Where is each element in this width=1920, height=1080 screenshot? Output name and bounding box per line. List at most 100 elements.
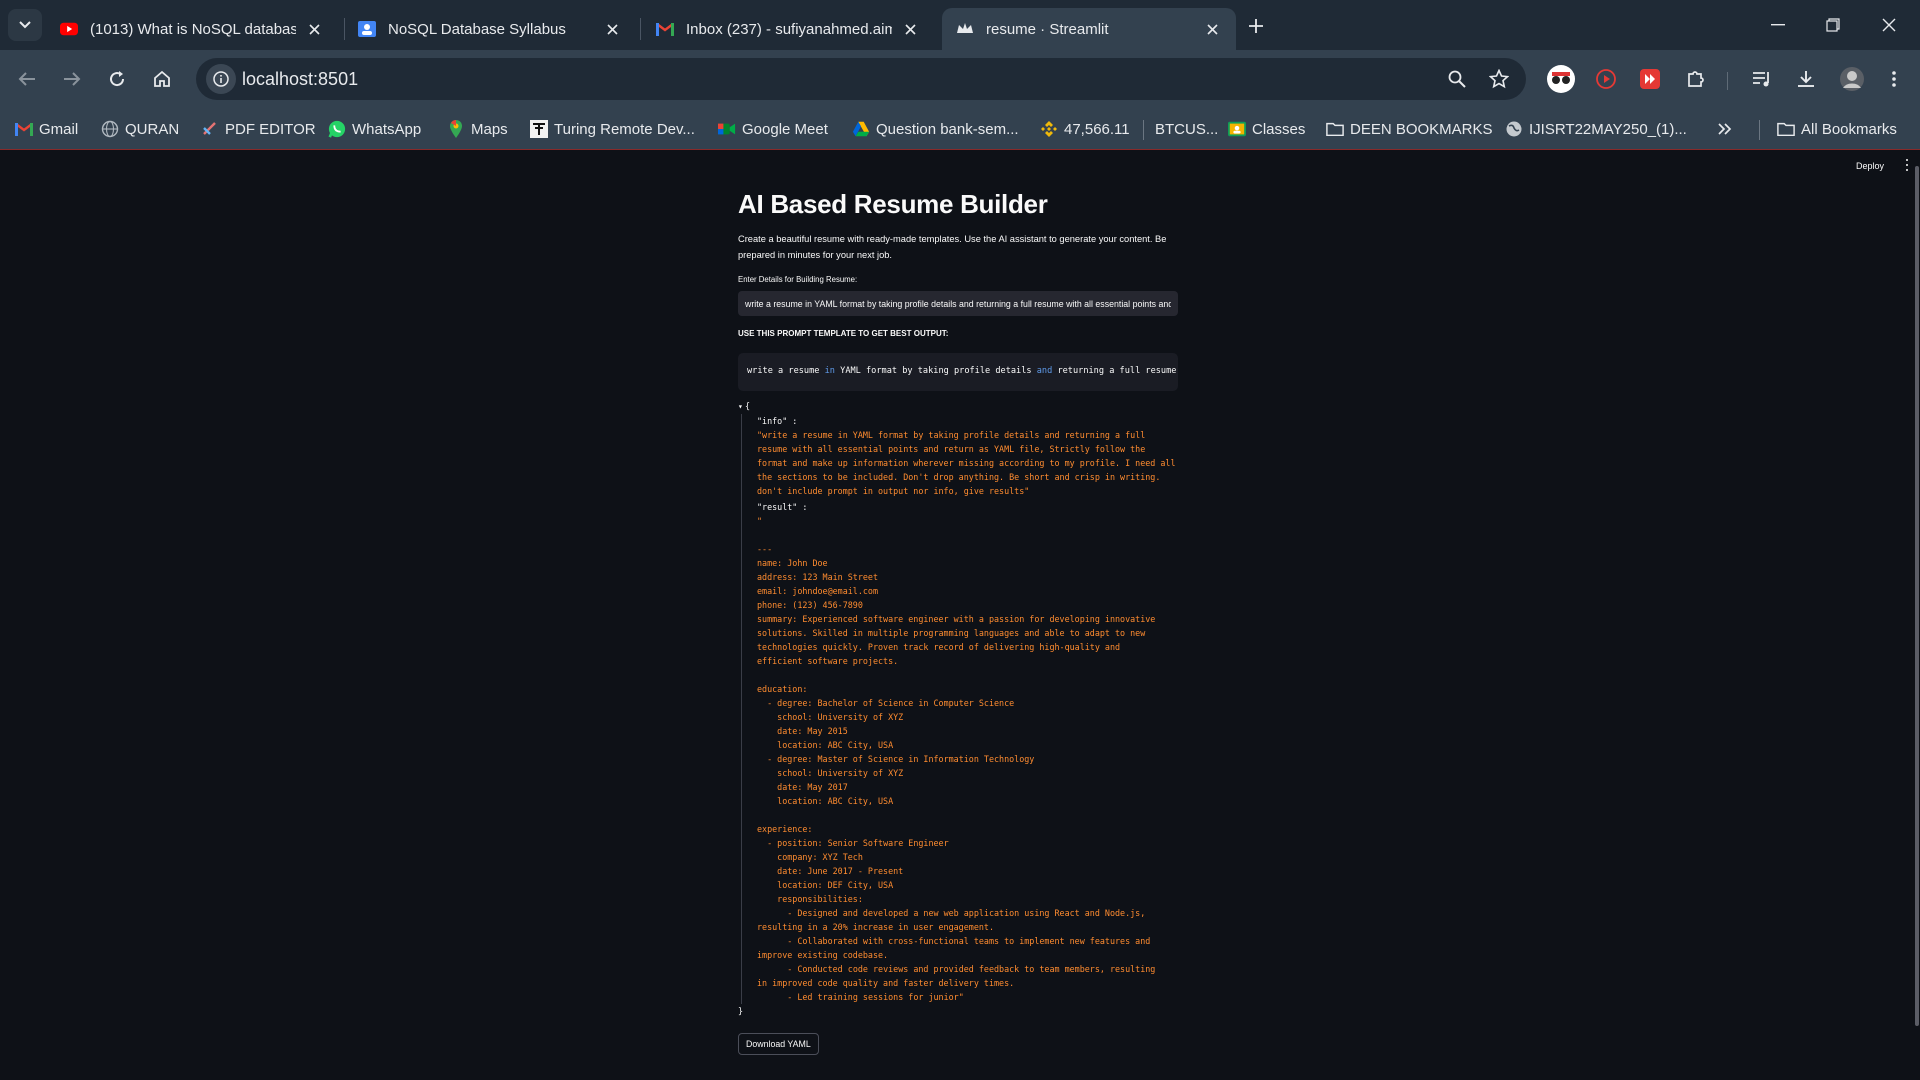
bookmark-whatsapp[interactable]: WhatsApp xyxy=(328,116,421,142)
tab-title: (1013) What is NoSQL database xyxy=(90,20,296,38)
resume-details-field[interactable] xyxy=(738,291,1178,316)
folder-icon xyxy=(1326,120,1344,138)
json-value-result: " --- name: John Doe address: 123 Main S… xyxy=(757,516,1156,1002)
classroom-icon xyxy=(1228,120,1246,138)
binance-icon xyxy=(1040,120,1058,138)
bookmark-classes[interactable]: Classes xyxy=(1228,116,1305,142)
extension-incognito-icon[interactable] xyxy=(1545,63,1577,95)
url-text[interactable]: localhost:8501 xyxy=(242,69,358,90)
tab-syllabus[interactable]: NoSQL Database Syllabus xyxy=(344,8,636,50)
bookmark-deen-folder[interactable]: DEEN BOOKMARKS xyxy=(1326,116,1493,142)
bookmark-quran[interactable]: QURAN xyxy=(101,116,179,142)
plus-icon xyxy=(1249,19,1263,33)
extension-video-icon[interactable] xyxy=(1636,65,1664,93)
json-header: ▾{ xyxy=(738,399,1178,414)
json-key-info: "info" : xyxy=(757,416,798,426)
close-icon[interactable] xyxy=(900,19,920,39)
json-close-brace: } xyxy=(738,1006,744,1016)
download-yaml-button[interactable]: Download YAML xyxy=(738,1033,819,1055)
drive-icon xyxy=(852,120,870,138)
chevron-double-right-icon xyxy=(1718,123,1732,135)
profile-avatar[interactable] xyxy=(1838,65,1866,93)
tab-title: Inbox (237) - sufiyanahmed.aim xyxy=(686,20,892,38)
json-body: "info" : "write a resume in YAML format … xyxy=(741,414,1178,1004)
arrow-left-icon xyxy=(18,72,35,86)
address-bar[interactable]: localhost:8501 xyxy=(196,58,1526,100)
reload-icon xyxy=(110,71,125,87)
tab-search-button[interactable] xyxy=(8,9,42,41)
bookmark-ijisrt[interactable]: IJISRT22MAY250_(1)... xyxy=(1505,116,1687,142)
tab-youtube[interactable]: (1013) What is NoSQL database xyxy=(46,8,338,50)
whatsapp-icon xyxy=(328,120,346,138)
reload-button[interactable] xyxy=(99,61,135,97)
more-bookmarks-button[interactable] xyxy=(1718,116,1732,142)
youtube-icon xyxy=(60,20,78,38)
bookmark-gmail[interactable]: Gmail xyxy=(15,116,78,142)
forward-button[interactable] xyxy=(54,61,90,97)
folder-icon xyxy=(1777,120,1795,138)
json-viewer: ▾{ "info" : "write a resume in YAML form… xyxy=(738,399,1178,1018)
prompt-code: write a resume in YAML format by taking … xyxy=(747,366,1177,376)
bookmark-pdf-editor[interactable]: PDF EDITOR xyxy=(201,116,316,142)
minimize-button[interactable] xyxy=(1751,6,1805,44)
resume-details-input[interactable] xyxy=(738,291,1178,316)
extensions-puzzle-icon[interactable] xyxy=(1682,65,1710,93)
collapse-caret-icon[interactable]: ▾ xyxy=(738,400,745,414)
streamlit-app: Deploy AI Based Resume Builder Create a … xyxy=(0,151,1920,1080)
new-tab-button[interactable] xyxy=(1242,12,1270,40)
prompt-code-block[interactable]: write a resume in YAML format by taking … xyxy=(738,353,1178,391)
close-window-button[interactable] xyxy=(1862,6,1916,44)
page-description: Create a beautiful resume with ready-mad… xyxy=(738,234,1167,260)
media-queue-icon[interactable] xyxy=(1748,65,1776,93)
tab-gmail[interactable]: Inbox (237) - sufiyanahmed.aim xyxy=(642,8,934,50)
extension-record-icon[interactable] xyxy=(1592,65,1620,93)
deploy-button[interactable]: Deploy xyxy=(1856,161,1884,171)
globe-icon xyxy=(1505,120,1523,138)
maps-icon xyxy=(447,120,465,138)
site-info-icon[interactable] xyxy=(206,64,236,94)
minimize-icon xyxy=(1771,24,1785,26)
bookmark-question-bank[interactable]: Question bank-sem... xyxy=(852,116,1019,142)
bookmark-btcusd[interactable]: BTCUS... xyxy=(1155,116,1218,142)
home-button[interactable] xyxy=(144,61,180,97)
bookmark-maps[interactable]: Maps xyxy=(447,116,508,142)
bookmark-turing[interactable]: Turing Remote Dev... xyxy=(530,116,695,142)
tab-title: NoSQL Database Syllabus xyxy=(388,20,566,38)
gmail-icon xyxy=(656,20,674,38)
arrow-right-icon xyxy=(64,72,81,86)
restore-icon xyxy=(1826,18,1840,32)
star-icon[interactable] xyxy=(1488,68,1510,90)
app-menu-icon[interactable] xyxy=(1903,159,1911,171)
prompt-template-label: USE THIS PROMPT TEMPLATE TO GET BEST OUT… xyxy=(738,329,949,338)
browser-tab-strip: (1013) What is NoSQL database NoSQL Data… xyxy=(0,0,1920,50)
back-button[interactable] xyxy=(9,61,45,97)
bookmark-binance[interactable]: 47,566.11 xyxy=(1040,116,1130,142)
input-label: Enter Details for Building Resume: xyxy=(738,275,858,284)
tab-streamlit[interactable]: resume · Streamlit xyxy=(942,8,1236,50)
meet-icon xyxy=(718,120,736,138)
browser-menu-icon[interactable] xyxy=(1880,65,1908,93)
browser-toolbar: localhost:8501 xyxy=(0,50,1920,108)
classroom-icon xyxy=(358,20,376,38)
close-icon xyxy=(1882,18,1896,32)
restore-button[interactable] xyxy=(1806,6,1860,44)
globe-icon xyxy=(101,120,119,138)
chevron-down-icon xyxy=(19,21,31,29)
close-icon[interactable] xyxy=(602,19,622,39)
close-icon[interactable] xyxy=(304,19,324,39)
bookmark-google-meet[interactable]: Google Meet xyxy=(718,116,828,142)
turing-icon xyxy=(530,120,548,138)
all-bookmarks-button[interactable]: All Bookmarks xyxy=(1777,116,1897,142)
json-key-result: "result" : xyxy=(757,502,808,512)
gmail-icon xyxy=(15,120,33,138)
pdf-icon xyxy=(201,120,219,138)
close-icon[interactable] xyxy=(1202,19,1222,39)
download-icon[interactable] xyxy=(1792,65,1820,93)
tab-title: resume · Streamlit xyxy=(986,20,1109,38)
page-scrollbar[interactable] xyxy=(1915,166,1919,1026)
streamlit-crown-icon xyxy=(956,20,974,38)
page-title: AI Based Resume Builder xyxy=(738,189,1048,219)
zoom-icon[interactable] xyxy=(1446,68,1468,90)
json-value-info: "write a resume in YAML format by taking… xyxy=(757,430,1181,496)
bookmarks-bar: Gmail QURAN PDF EDITOR WhatsApp Maps Tur… xyxy=(0,108,1920,150)
